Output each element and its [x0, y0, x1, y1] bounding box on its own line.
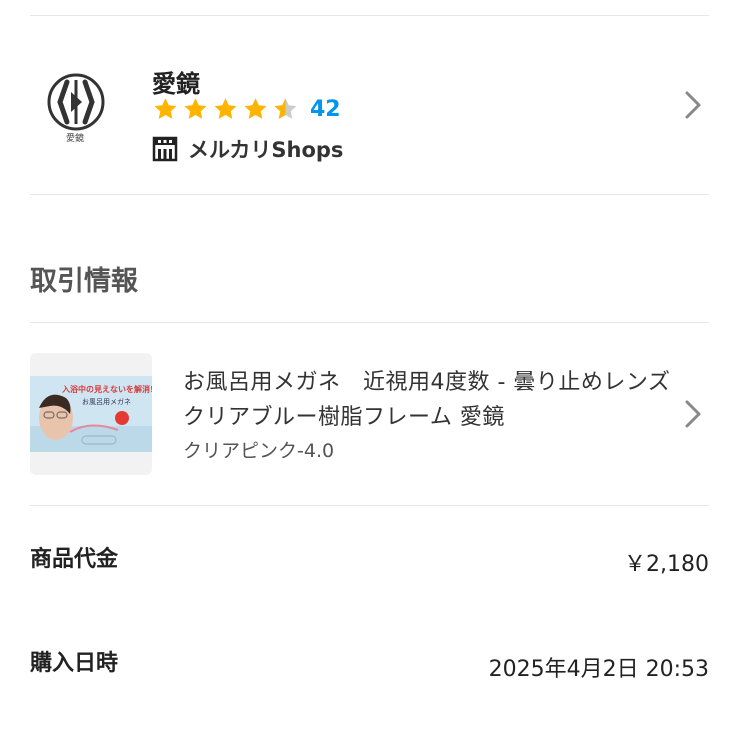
star-full-icon: [214, 97, 237, 119]
product-thumbnail: 入浴中の見えないを解消! お風呂用メガネ: [30, 353, 152, 475]
seller-divider: [30, 194, 709, 195]
shops-label: メルカリShops: [188, 138, 344, 162]
price-value: ￥2,180: [624, 552, 709, 577]
star-full-icon: [154, 97, 177, 119]
purchase-date-label: 購入日時: [30, 651, 119, 676]
seller-logo: 愛鏡: [42, 68, 110, 168]
star-full-icon: [184, 97, 207, 119]
purchase-date-value: 2025年4月2日 20:53: [488, 657, 709, 682]
thumbnail-caption-2: お風呂用メガネ: [82, 398, 131, 406]
section-title-transaction: 取引情報: [30, 266, 138, 297]
chevron-right-icon: [685, 91, 701, 119]
chevron-right-icon: [685, 400, 701, 428]
product-divider: [30, 505, 709, 506]
product-variant: クリアピンク-4.0: [183, 440, 335, 462]
shops-badge: メルカリShops: [152, 134, 343, 164]
product-title: お風呂用メガネ 近視用4度数 - 曇り止めレンズクリアブルー樹脂フレーム 愛鏡: [183, 370, 671, 430]
star-half-icon: [274, 97, 297, 119]
seller-rating: 42: [152, 94, 341, 124]
review-count[interactable]: 42: [310, 97, 341, 122]
thumbnail-caption-1: 入浴中の見えないを解消!: [62, 385, 152, 394]
product-row[interactable]: 入浴中の見えないを解消! お風呂用メガネ お風呂用メガネ 近視用4度数 - 曇り…: [0, 323, 739, 505]
star-full-icon: [244, 97, 267, 119]
seller-logo-caption: 愛鏡: [66, 134, 85, 144]
shop-icon: [152, 136, 178, 162]
seller-card[interactable]: 愛鏡 愛鏡 42 メルカリShops: [0, 16, 739, 194]
price-label: 商品代金: [30, 547, 119, 572]
